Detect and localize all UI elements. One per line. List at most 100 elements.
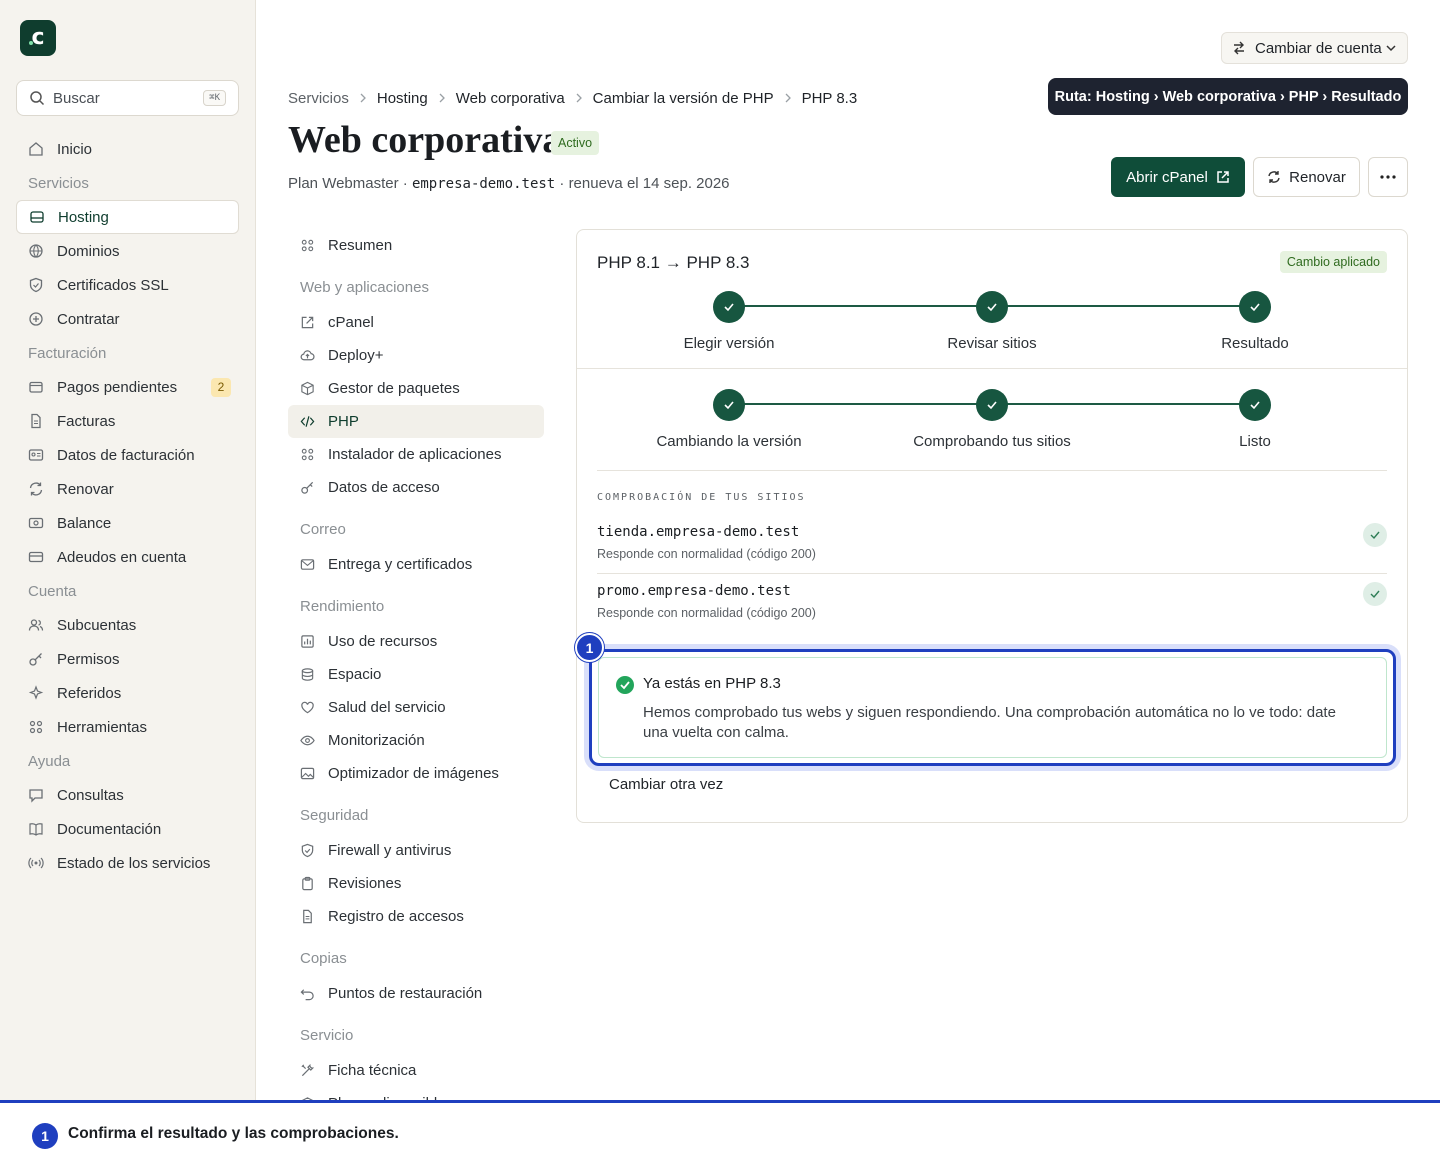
clipboard-icon xyxy=(302,876,313,891)
subnav-item-gestor-de-paquetes[interactable]: Gestor de paquetes xyxy=(288,372,544,405)
subnav-group-web-y-aplicaciones: Web y aplicaciones xyxy=(288,262,544,306)
mail-icon xyxy=(300,559,315,570)
site-check-heading: COMPROBACIÓN DE TUS SITIOS xyxy=(597,492,806,503)
sidebar-item-certificados-ssl[interactable]: Certificados SSL xyxy=(16,268,239,302)
divider xyxy=(597,470,1387,471)
subnav-item-php[interactable]: PHP xyxy=(288,405,544,438)
sidebar-item-documentacion[interactable]: Documentación xyxy=(16,812,239,846)
more-options-button[interactable] xyxy=(1368,157,1408,197)
step-check-icon xyxy=(1239,389,1271,421)
subnav-item-planes-disponibles[interactable]: Planes disponibles xyxy=(288,1087,544,1100)
breadcrumb-item[interactable]: Cambiar la versión de PHP xyxy=(593,90,774,107)
subnav-item-registro-de-accesos[interactable]: Registro de accesos xyxy=(288,900,544,933)
sidebar-item-label: Inicio xyxy=(57,140,93,158)
account-switch-button[interactable]: Cambiar de cuenta xyxy=(1221,32,1408,64)
sidebar-item-subcuentas[interactable]: Subcuentas xyxy=(16,608,239,642)
brand-logo[interactable]: c xyxy=(20,20,56,56)
sidebar-item-consultas[interactable]: Consultas xyxy=(16,778,239,812)
server-icon xyxy=(30,211,44,223)
more-icon xyxy=(1380,175,1396,179)
subnav-item-salud-del-servicio[interactable]: Salud del servicio xyxy=(288,691,544,724)
breadcrumb: Servicios Hosting Web corporativa Cambiar l… xyxy=(288,87,857,109)
subnav-group-label: Correo xyxy=(300,521,346,538)
subnav-item-label: Datos de acceso xyxy=(328,479,440,496)
renew-button[interactable]: Renovar xyxy=(1253,157,1360,197)
sidebar-item-hosting[interactable]: Hosting xyxy=(16,200,239,234)
subnav-item-deploy[interactable]: Deploy+ xyxy=(288,339,544,372)
sidebar-item-referidos[interactable]: Referidos xyxy=(16,676,239,710)
divider xyxy=(577,368,1407,369)
sidebar-item-adeudos-en-cuenta[interactable]: Adeudos en cuenta xyxy=(16,540,239,574)
sidebar-item-balance[interactable]: Balance xyxy=(16,506,239,540)
service-subnav: Resumen Web y aplicaciones cPanel Deploy+ Ge… xyxy=(288,229,544,1100)
sidebar-group-facturacion: Facturación xyxy=(16,336,239,370)
sidebar-item-label: Consultas xyxy=(57,786,124,804)
globe-icon xyxy=(29,244,43,258)
sidebar-item-permisos[interactable]: Permisos xyxy=(16,642,239,676)
subnav-item-instalador-de-aplicaciones[interactable]: Instalador de aplicaciones xyxy=(288,438,544,471)
sidebar-item-pagos-pendientes[interactable]: Pagos pendientes 2 xyxy=(16,370,239,404)
search-icon xyxy=(30,91,45,106)
chevron-right-icon xyxy=(439,93,445,103)
sidebar-item-label: Hosting xyxy=(58,208,109,226)
chat-icon xyxy=(29,789,43,803)
grid-icon xyxy=(301,239,314,252)
site-status: Responde con normalidad (código 200) xyxy=(597,606,816,620)
subnav-item-entrega-y-certificados[interactable]: Entrega y certificados xyxy=(288,548,544,581)
status-badge: Activo xyxy=(551,131,600,155)
chevron-down-icon xyxy=(1386,45,1396,52)
subnav-item-monitorizacion[interactable]: Monitorización xyxy=(288,724,544,757)
sidebar-group-label: Ayuda xyxy=(28,752,71,770)
credit-card-icon xyxy=(28,551,44,563)
subnav-item-label: Ficha técnica xyxy=(328,1062,417,1079)
code-icon xyxy=(300,416,315,427)
sidebar-item-dominios[interactable]: Dominios xyxy=(16,234,239,268)
step-check-icon xyxy=(1239,291,1271,323)
subnav-item-cpanel[interactable]: cPanel xyxy=(288,306,544,339)
subnav-item-revisiones[interactable]: Revisiones xyxy=(288,867,544,900)
subnav-item-label: cPanel xyxy=(328,314,374,331)
site-host: tienda.empresa-demo.test xyxy=(597,524,800,540)
guide-bar: 1 Confirma el resultado y las comprobaci… xyxy=(0,1100,1440,1164)
cloud-upload-icon xyxy=(300,350,315,361)
breadcrumb-item[interactable]: Web corporativa xyxy=(456,90,565,107)
search-input[interactable]: Buscar ⌘K xyxy=(16,80,239,116)
step-check-icon xyxy=(976,291,1008,323)
subnav-item-optimizador-de-imagenes[interactable]: Optimizador de imágenes xyxy=(288,757,544,790)
breadcrumb-item[interactable]: Hosting xyxy=(377,90,428,107)
sidebar-item-facturas[interactable]: Facturas xyxy=(16,404,239,438)
subnav-item-espacio[interactable]: Espacio xyxy=(288,658,544,691)
subnav-item-firewall-y-antivirus[interactable]: Firewall y antivirus xyxy=(288,834,544,867)
chart-icon xyxy=(301,635,314,648)
breadcrumb-item[interactable]: Servicios xyxy=(288,90,349,107)
search-placeholder: Buscar xyxy=(53,89,100,107)
sidebar-group-cuenta: Cuenta xyxy=(16,574,239,608)
sidebar-item-datos-de-facturacion[interactable]: Datos de facturación xyxy=(16,438,239,472)
sidebar-item-contratar[interactable]: Contratar xyxy=(16,302,239,336)
subnav-item-label: Deploy+ xyxy=(328,347,384,364)
page-title: Web corporativa xyxy=(288,119,562,161)
change-again-button[interactable]: Cambiar otra vez xyxy=(609,776,723,793)
sidebar-item-inicio[interactable]: Inicio xyxy=(16,132,239,166)
sidebar-item-renovar[interactable]: Renovar xyxy=(16,472,239,506)
sidebar-item-label: Adeudos en cuenta xyxy=(57,548,187,566)
subnav-item-ficha-tecnica[interactable]: Ficha técnica xyxy=(288,1054,544,1087)
open-cpanel-button[interactable]: Abrir cPanel xyxy=(1111,157,1245,197)
subnav-item-uso-de-recursos[interactable]: Uso de recursos xyxy=(288,625,544,658)
sidebar-item-label: Contratar xyxy=(57,310,120,328)
sidebar: c Buscar ⌘K Inicio Servicios Hosting Domini… xyxy=(0,0,256,1100)
subnav-item-datos-de-acceso[interactable]: Datos de acceso xyxy=(288,471,544,504)
site-status: Responde con normalidad (código 200) xyxy=(597,547,816,561)
subnav-group-seguridad: Seguridad xyxy=(288,790,544,834)
sidebar-nav: Inicio Servicios Hosting Dominios Certificad… xyxy=(16,132,239,880)
subnav-item-puntos-de-restauracion[interactable]: Puntos de restauración xyxy=(288,977,544,1010)
sidebar-item-herramientas[interactable]: Herramientas xyxy=(16,710,239,744)
sidebar-item-estado-de-los-servicios[interactable]: Estado de los servicios xyxy=(16,846,239,880)
database-icon xyxy=(301,668,314,681)
subnav-group-label: Seguridad xyxy=(300,807,369,824)
subnav-group-rendimiento: Rendimiento xyxy=(288,581,544,625)
subnav-item-label: Registro de accesos xyxy=(328,908,464,925)
wizard-stepper: Elegir versión Revisar sitios Resultado xyxy=(577,288,1409,358)
subnav-item-label: Puntos de restauración xyxy=(328,985,483,1002)
subnav-item-resumen[interactable]: Resumen xyxy=(288,229,544,262)
